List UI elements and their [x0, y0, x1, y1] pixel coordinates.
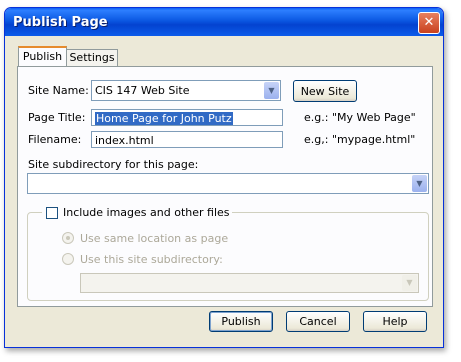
- page-title-hint: e.g.: "My Web Page": [304, 111, 416, 124]
- same-location-label: Use same location as page: [80, 232, 229, 245]
- site-name-value: CIS 147 Web Site: [95, 84, 190, 97]
- filename-input[interactable]: index.html: [91, 131, 283, 148]
- filename-hint: e.g,: "mypage.html": [304, 133, 416, 146]
- cancel-button[interactable]: Cancel: [286, 311, 350, 332]
- filename-value: index.html: [95, 134, 154, 147]
- include-images-label: Include images and other files: [63, 206, 230, 219]
- filename-label: Filename:: [28, 133, 82, 146]
- close-icon[interactable]: ✕: [418, 12, 440, 34]
- site-name-select[interactable]: CIS 147 Web Site ▼: [91, 80, 281, 101]
- tab-publish[interactable]: Publish: [18, 46, 67, 67]
- chevron-down-icon[interactable]: ▼: [402, 275, 417, 291]
- include-images-checkbox[interactable]: [46, 207, 58, 219]
- publish-button[interactable]: Publish: [209, 311, 273, 332]
- site-name-label: Site Name:: [28, 84, 89, 97]
- help-button[interactable]: Help: [363, 311, 427, 332]
- publish-page-dialog: Publish Page ✕ Publish Settings Site Nam…: [4, 7, 444, 348]
- new-site-button[interactable]: New Site: [293, 80, 357, 102]
- radio-selected-dot: [66, 236, 70, 240]
- images-subdirectory-select[interactable]: ▼: [80, 273, 419, 293]
- chevron-down-icon[interactable]: ▼: [412, 175, 427, 192]
- subdirectory-label: Site subdirectory for this page:: [28, 158, 199, 171]
- subdirectory-select[interactable]: ▼: [27, 173, 429, 194]
- site-subdirectory-radio[interactable]: [62, 253, 74, 265]
- same-location-radio[interactable]: [62, 232, 74, 244]
- tab-settings[interactable]: Settings: [66, 49, 118, 66]
- page-title-label: Page Title:: [28, 111, 86, 124]
- chevron-down-icon[interactable]: ▼: [264, 82, 279, 99]
- title-bar[interactable]: Publish Page ✕: [5, 8, 443, 36]
- publish-tab-panel: Site Name: CIS 147 Web Site ▼ New Site P…: [17, 66, 433, 307]
- page-title-input[interactable]: Home Page for John Putz: [91, 109, 283, 126]
- window-title: Publish Page: [13, 15, 108, 30]
- site-subdirectory-label: Use this site subdirectory:: [80, 253, 223, 266]
- page-title-value: Home Page for John Putz: [95, 112, 233, 125]
